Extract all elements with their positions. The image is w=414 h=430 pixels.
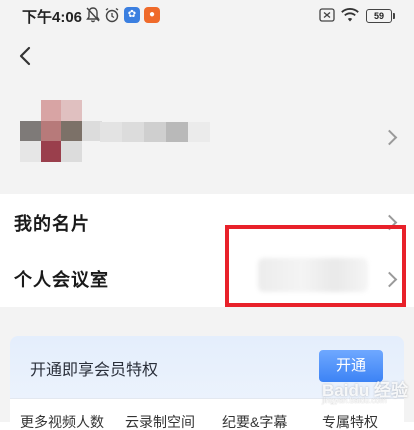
vip-feature: 更多视频人数	[20, 414, 104, 430]
vip-feature: 专属特权	[322, 414, 378, 430]
vip-feature: 云录制空间	[125, 414, 195, 430]
vip-feature: 纪要&字幕	[222, 414, 288, 430]
status-bar: 下午4:06 ✿ ● 59	[0, 0, 414, 30]
bell-muted-icon	[86, 7, 100, 23]
wifi-icon	[341, 8, 359, 22]
header-bar	[0, 30, 414, 82]
battery-indicator: 59	[366, 9, 395, 23]
highlight-annotation	[225, 225, 406, 307]
vip-promo-title: 开通即享会员特权	[30, 362, 159, 379]
menu-row-label: 我的名片	[14, 214, 90, 234]
status-time: 下午4:06	[22, 9, 83, 26]
chevron-left-icon	[19, 46, 31, 66]
back-button[interactable]	[12, 40, 40, 72]
app-badge-blue-icon: ✿	[124, 7, 140, 23]
watermark-url: jingyan.baidu.com	[322, 396, 387, 405]
alarm-icon	[105, 7, 119, 23]
menu-row-label: 个人会议室	[14, 270, 109, 290]
avatar	[20, 100, 102, 162]
app-badge-orange-icon: ●	[144, 7, 160, 23]
username-redacted	[100, 122, 210, 142]
sim-x-icon	[319, 8, 335, 22]
